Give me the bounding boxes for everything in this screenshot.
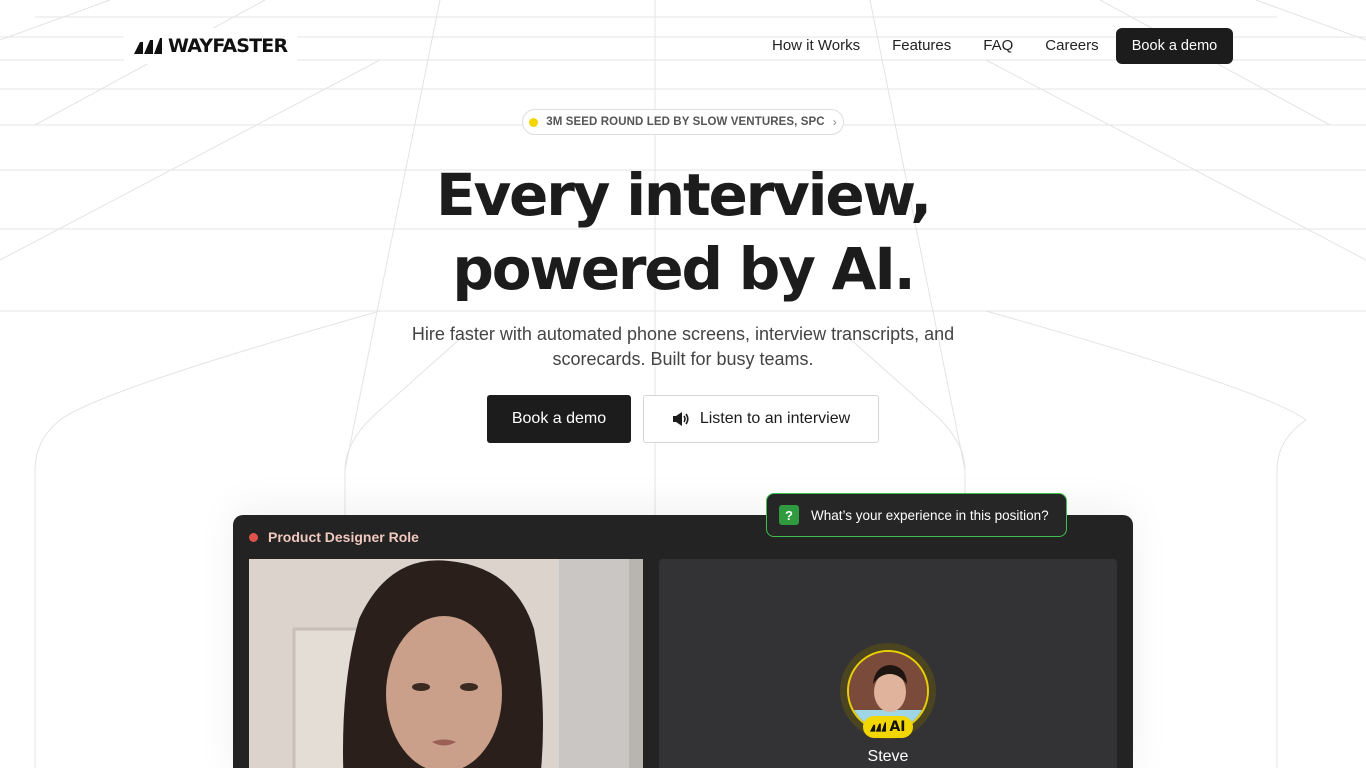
hero-subtitle: Hire faster with automated phone screens…	[411, 324, 955, 369]
brand-logo[interactable]: WAYFASTER	[124, 28, 298, 64]
headline-line-2: powered by AI.	[452, 235, 915, 303]
brand-name: WAYFASTER	[168, 35, 288, 57]
hero-headline: Every interview, powered by AI.	[283, 158, 1083, 306]
speaker-icon	[672, 412, 689, 426]
candidate-photo	[249, 559, 643, 768]
role-title: Product Designer Role	[268, 529, 419, 545]
question-icon: ?	[779, 505, 799, 525]
candidate-video	[249, 559, 643, 768]
panel-header: Product Designer Role	[249, 529, 419, 545]
headline-line-1: Every interview,	[436, 161, 932, 229]
nav-link-careers[interactable]: Careers	[1029, 28, 1114, 64]
ai-badge: AI	[863, 716, 913, 738]
interview-demo-panel: Product Designer Role AI Steve	[233, 515, 1133, 768]
badge-dot-icon	[529, 117, 539, 127]
nav-link-faq[interactable]: FAQ	[967, 28, 1029, 64]
listen-interview-label: Listen to an interview	[699, 410, 851, 427]
ai-label: AI	[889, 719, 906, 735]
ai-question-bubble: ? What’s your experience in this positio…	[766, 493, 1067, 537]
top-nav: WAYFASTER How it Works Features FAQ Care…	[0, 0, 1366, 92]
wayfaster-bars-icon	[870, 722, 887, 732]
nav-links: How it Works Features FAQ Careers	[756, 28, 1115, 64]
listen-interview-button[interactable]: Listen to an interview	[643, 395, 879, 443]
chevron-right-icon: ›	[832, 115, 837, 129]
recording-dot-icon	[249, 532, 258, 542]
nav-link-features[interactable]: Features	[876, 28, 967, 64]
ai-interviewer-name: Steve	[867, 748, 909, 765]
ai-interviewer-tile: AI Steve	[659, 559, 1117, 768]
question-text: What’s your experience in this position?	[811, 507, 1049, 523]
hero-book-demo-button[interactable]: Book a demo	[487, 395, 631, 443]
wayfaster-bars-icon	[134, 38, 162, 54]
funding-badge[interactable]: 3M SEED ROUND LED BY SLOW VENTURES, SPC …	[522, 109, 844, 135]
nav-book-demo-button[interactable]: Book a demo	[1116, 28, 1233, 64]
badge-text: 3M SEED ROUND LED BY SLOW VENTURES, SPC	[546, 116, 825, 128]
nav-link-how-it-works[interactable]: How it Works	[756, 28, 876, 64]
